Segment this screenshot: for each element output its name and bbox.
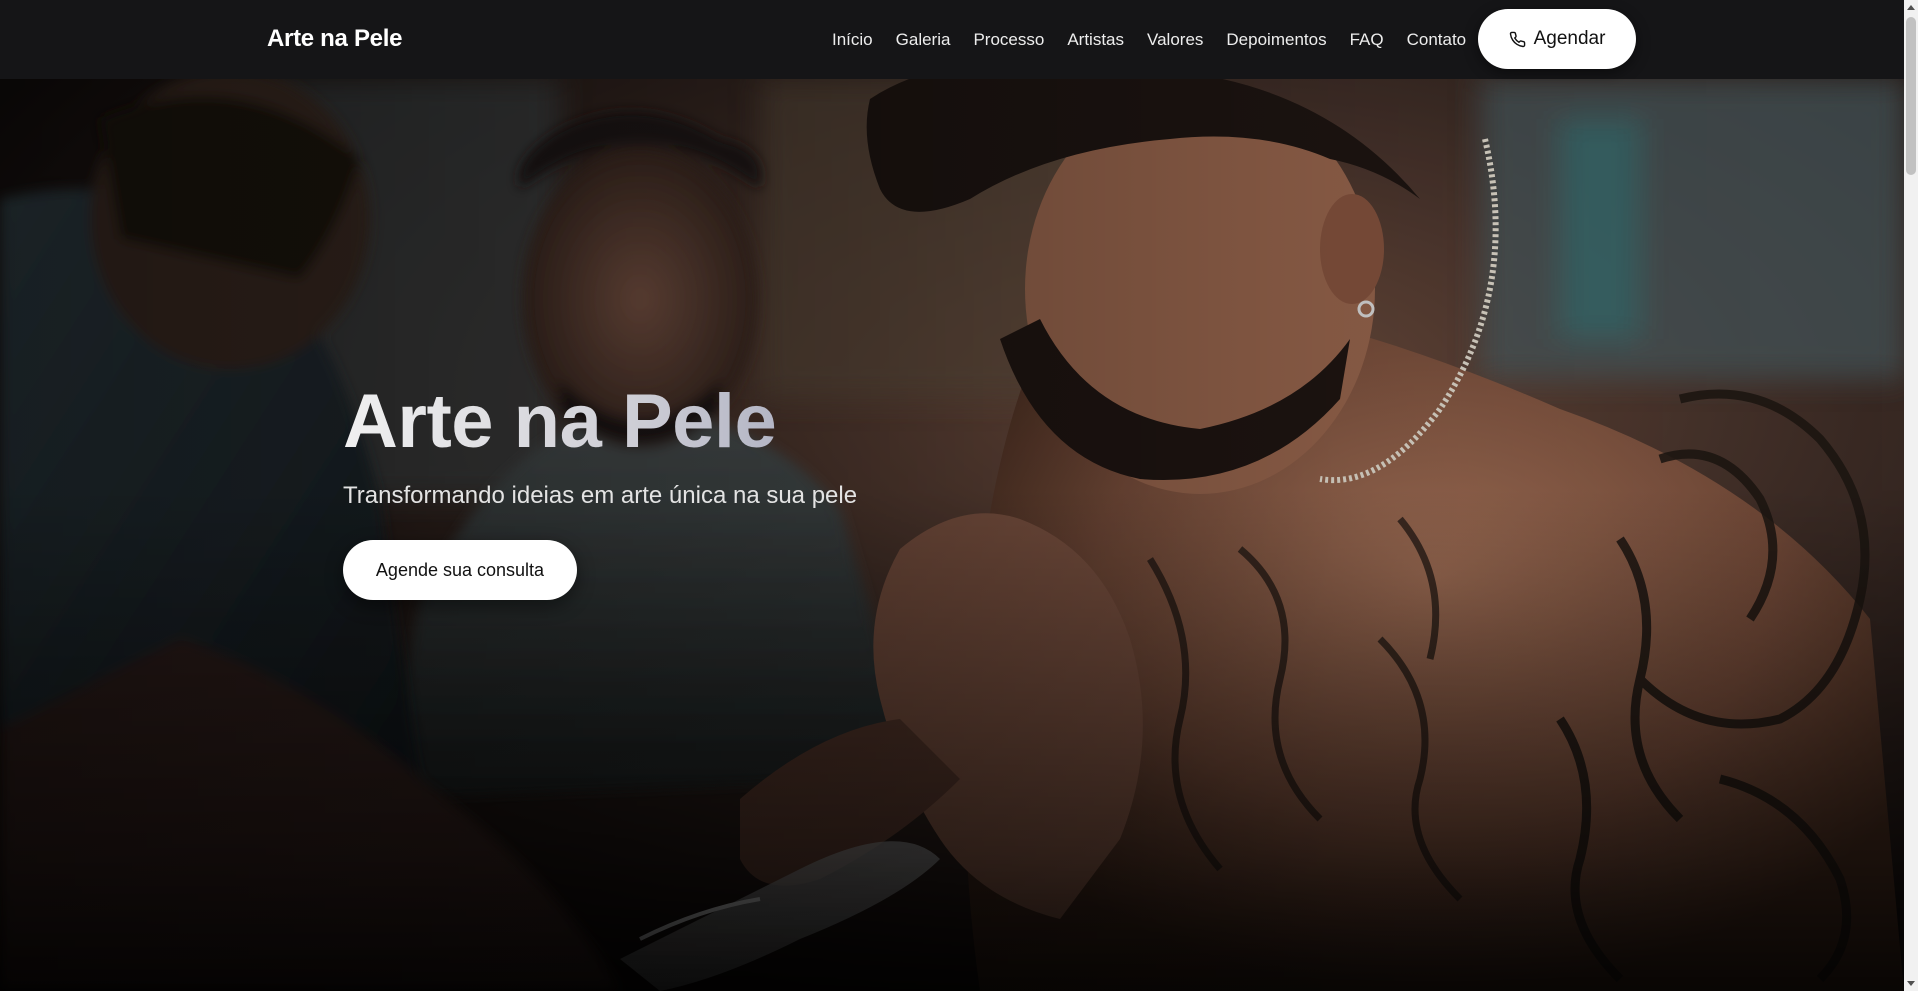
nav-link-depoimentos[interactable]: Depoimentos	[1226, 30, 1326, 50]
nav-link-galeria[interactable]: Galeria	[896, 30, 951, 50]
agendar-button[interactable]: Agendar	[1478, 9, 1636, 69]
brand-logo[interactable]: Arte na Pele	[267, 25, 402, 53]
hero-content: Arte na Pele Transformando ideias em art…	[343, 384, 857, 600]
nav-link-artistas[interactable]: Artistas	[1067, 30, 1124, 50]
page-scrollbar[interactable]	[1904, 0, 1918, 991]
hero-overlay	[0, 79, 1904, 991]
nav-link-inicio[interactable]: Início	[832, 30, 873, 50]
nav-link-valores[interactable]: Valores	[1147, 30, 1203, 50]
scroll-down-icon[interactable]	[1907, 981, 1915, 986]
hero-title: Arte na Pele	[343, 384, 857, 460]
hero-subtitle: Transformando ideias em arte única na su…	[343, 482, 858, 509]
schedule-consultation-button[interactable]: Agende sua consulta	[343, 540, 577, 600]
nav-link-contato[interactable]: Contato	[1407, 30, 1467, 50]
nav-menu: Início Galeria Processo Artistas Valores…	[832, 0, 1466, 79]
nav-link-faq[interactable]: FAQ	[1350, 30, 1384, 50]
nav-link-processo[interactable]: Processo	[973, 30, 1044, 50]
scroll-up-icon[interactable]	[1907, 5, 1915, 10]
hero-section: Arte na Pele Transformando ideias em art…	[0, 79, 1904, 991]
agendar-button-label: Agendar	[1533, 28, 1606, 49]
phone-icon	[1509, 31, 1526, 48]
landing-page: Arte na Pele Início Galeria Processo Art…	[0, 0, 1918, 991]
top-navbar: Arte na Pele Início Galeria Processo Art…	[0, 0, 1904, 79]
scroll-thumb[interactable]	[1906, 17, 1916, 175]
